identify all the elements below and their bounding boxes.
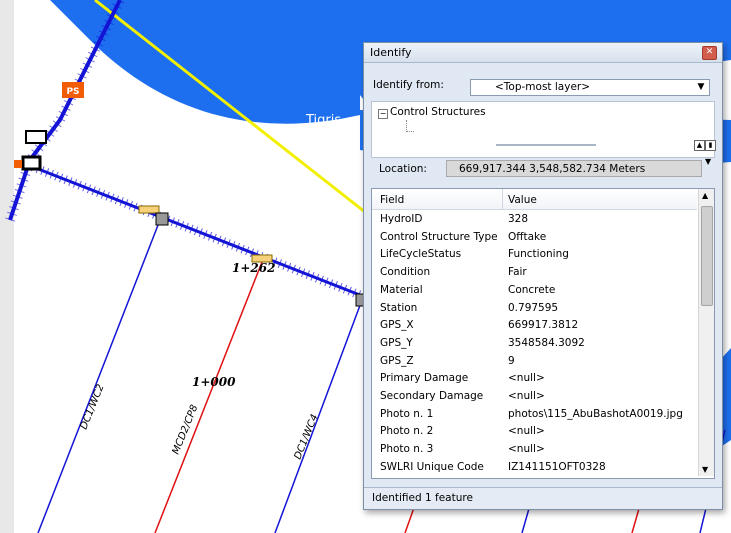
table-row[interactable]: Photo n. 2 <null> bbox=[372, 423, 697, 440]
location-label: Location: bbox=[379, 163, 427, 175]
panel-splitter[interactable] bbox=[496, 144, 596, 146]
value-cell: 3548584.3092 bbox=[508, 336, 585, 349]
column-header-value[interactable]: Value bbox=[508, 194, 537, 206]
value-cell: 328 bbox=[508, 213, 529, 225]
field-cell: HydroID bbox=[380, 213, 423, 225]
field-cell: GPS_X bbox=[380, 319, 414, 332]
tree-node-control-structures[interactable]: Control Structures bbox=[390, 106, 486, 118]
value-cell: <null> bbox=[508, 443, 545, 456]
table-row[interactable]: GPS_Z 9 bbox=[372, 353, 697, 370]
table-row[interactable]: Material Concrete bbox=[372, 282, 697, 299]
value-cell: IZ141151OFT0328 bbox=[508, 460, 606, 473]
field-cell: LifeCycleStatus bbox=[380, 248, 462, 261]
table-row[interactable]: Photo n. 3 <null> bbox=[372, 441, 697, 458]
value-cell: 9 bbox=[508, 354, 515, 367]
field-cell: Material bbox=[380, 283, 423, 296]
table-row[interactable]: SWLRI Unique Code IZ141151OFT0328 bbox=[372, 459, 697, 476]
field-cell: SWLRI Unique Code bbox=[380, 460, 484, 473]
vertical-scrollbar[interactable]: ▲ ▼ bbox=[698, 189, 714, 476]
chevron-down-icon[interactable]: ▼ bbox=[695, 81, 707, 94]
table-header: Field Value bbox=[372, 189, 697, 210]
field-cell: Photo n. 3 bbox=[380, 443, 434, 456]
value-cell: 0.797595 bbox=[508, 301, 559, 314]
field-cell: Condition bbox=[380, 266, 431, 279]
collapse-icon[interactable]: − bbox=[378, 109, 388, 119]
column-divider[interactable] bbox=[502, 189, 503, 209]
collapse-panel-icon[interactable]: ▲ bbox=[694, 140, 705, 151]
expand-panel-icon[interactable]: ▮ bbox=[705, 140, 716, 151]
title-bar[interactable]: Identify ✕ bbox=[364, 43, 722, 63]
value-cell: Concrete bbox=[508, 283, 556, 296]
location-value: 669,917.344 3,548,582.734 Meters bbox=[446, 160, 702, 177]
attribute-table[interactable]: Field Value HydroID 328 Control Structure … bbox=[371, 188, 715, 479]
value-cell: 669917.3812 bbox=[508, 319, 579, 332]
table-row[interactable]: Condition Fair bbox=[372, 264, 697, 281]
field-cell: GPS_Y bbox=[380, 336, 413, 349]
table-row[interactable]: Control Structure Type Offtake bbox=[372, 229, 697, 246]
field-cell: Primary Damage bbox=[380, 372, 469, 385]
offtake-marker bbox=[138, 205, 160, 214]
station-label: 1+262 bbox=[232, 261, 275, 275]
table-row[interactable]: Station 0.797595 bbox=[372, 300, 697, 317]
units-dropdown-icon[interactable]: ▼ bbox=[705, 157, 711, 166]
status-text: Identified 1 feature bbox=[372, 492, 473, 504]
offtake-marker bbox=[155, 212, 169, 226]
value-cell: Functioning bbox=[508, 248, 569, 261]
table-row[interactable]: HydroID 328 bbox=[372, 211, 697, 228]
table-row[interactable]: Secondary Damage <null> bbox=[372, 388, 697, 405]
tree-connector bbox=[406, 131, 414, 133]
table-row[interactable]: Primary Damage <null> bbox=[372, 370, 697, 387]
table-row[interactable]: GPS_Y 3548584.3092 bbox=[372, 335, 697, 352]
field-cell: Station bbox=[380, 301, 418, 314]
scroll-down-icon[interactable]: ▼ bbox=[702, 465, 708, 474]
table-row[interactable]: LifeCycleStatus Functioning bbox=[372, 246, 697, 263]
status-bar: Identified 1 feature bbox=[364, 487, 722, 509]
field-cell: Secondary Damage bbox=[380, 390, 484, 402]
identify-window[interactable]: Identify ✕ Identify from: <Top-most laye… bbox=[363, 42, 723, 510]
pump-station-label: PS bbox=[66, 87, 79, 97]
value-cell: photos\115_AbuBashotA0019.jpg bbox=[508, 407, 683, 420]
identify-from-dropdown[interactable]: <Top-most layer> ▼ bbox=[470, 79, 710, 96]
field-cell: Control Structure Type bbox=[380, 230, 498, 243]
value-cell: Offtake bbox=[508, 230, 547, 243]
value-cell: <null> bbox=[508, 372, 545, 385]
value-cell: <null> bbox=[508, 390, 545, 402]
field-cell: Photo n. 1 bbox=[380, 407, 434, 420]
river-label: Tigris bbox=[305, 113, 341, 128]
window-title: Identify bbox=[370, 46, 412, 59]
field-cell: Photo n. 2 bbox=[380, 425, 434, 438]
identify-from-label: Identify from: bbox=[373, 79, 444, 91]
station-label: 1+000 bbox=[192, 375, 236, 389]
close-icon[interactable]: ✕ bbox=[702, 46, 717, 60]
value-cell: <null> bbox=[508, 425, 545, 438]
structure-marker bbox=[25, 130, 47, 144]
value-cell: Fair bbox=[508, 266, 527, 279]
table-row[interactable]: Photo n. 1 photos\115_AbuBashotA0019.jpg bbox=[372, 406, 697, 423]
structure-marker bbox=[21, 155, 42, 171]
field-cell: GPS_Z bbox=[380, 354, 414, 367]
results-tree[interactable]: − Control Structures bbox=[371, 101, 715, 158]
table-row[interactable]: GPS_X 669917.3812 bbox=[372, 317, 697, 334]
scroll-thumb[interactable] bbox=[701, 206, 713, 306]
scroll-up-icon[interactable]: ▲ bbox=[702, 191, 708, 200]
identify-from-value: <Top-most layer> bbox=[495, 81, 591, 93]
column-header-field[interactable]: Field bbox=[380, 194, 404, 206]
